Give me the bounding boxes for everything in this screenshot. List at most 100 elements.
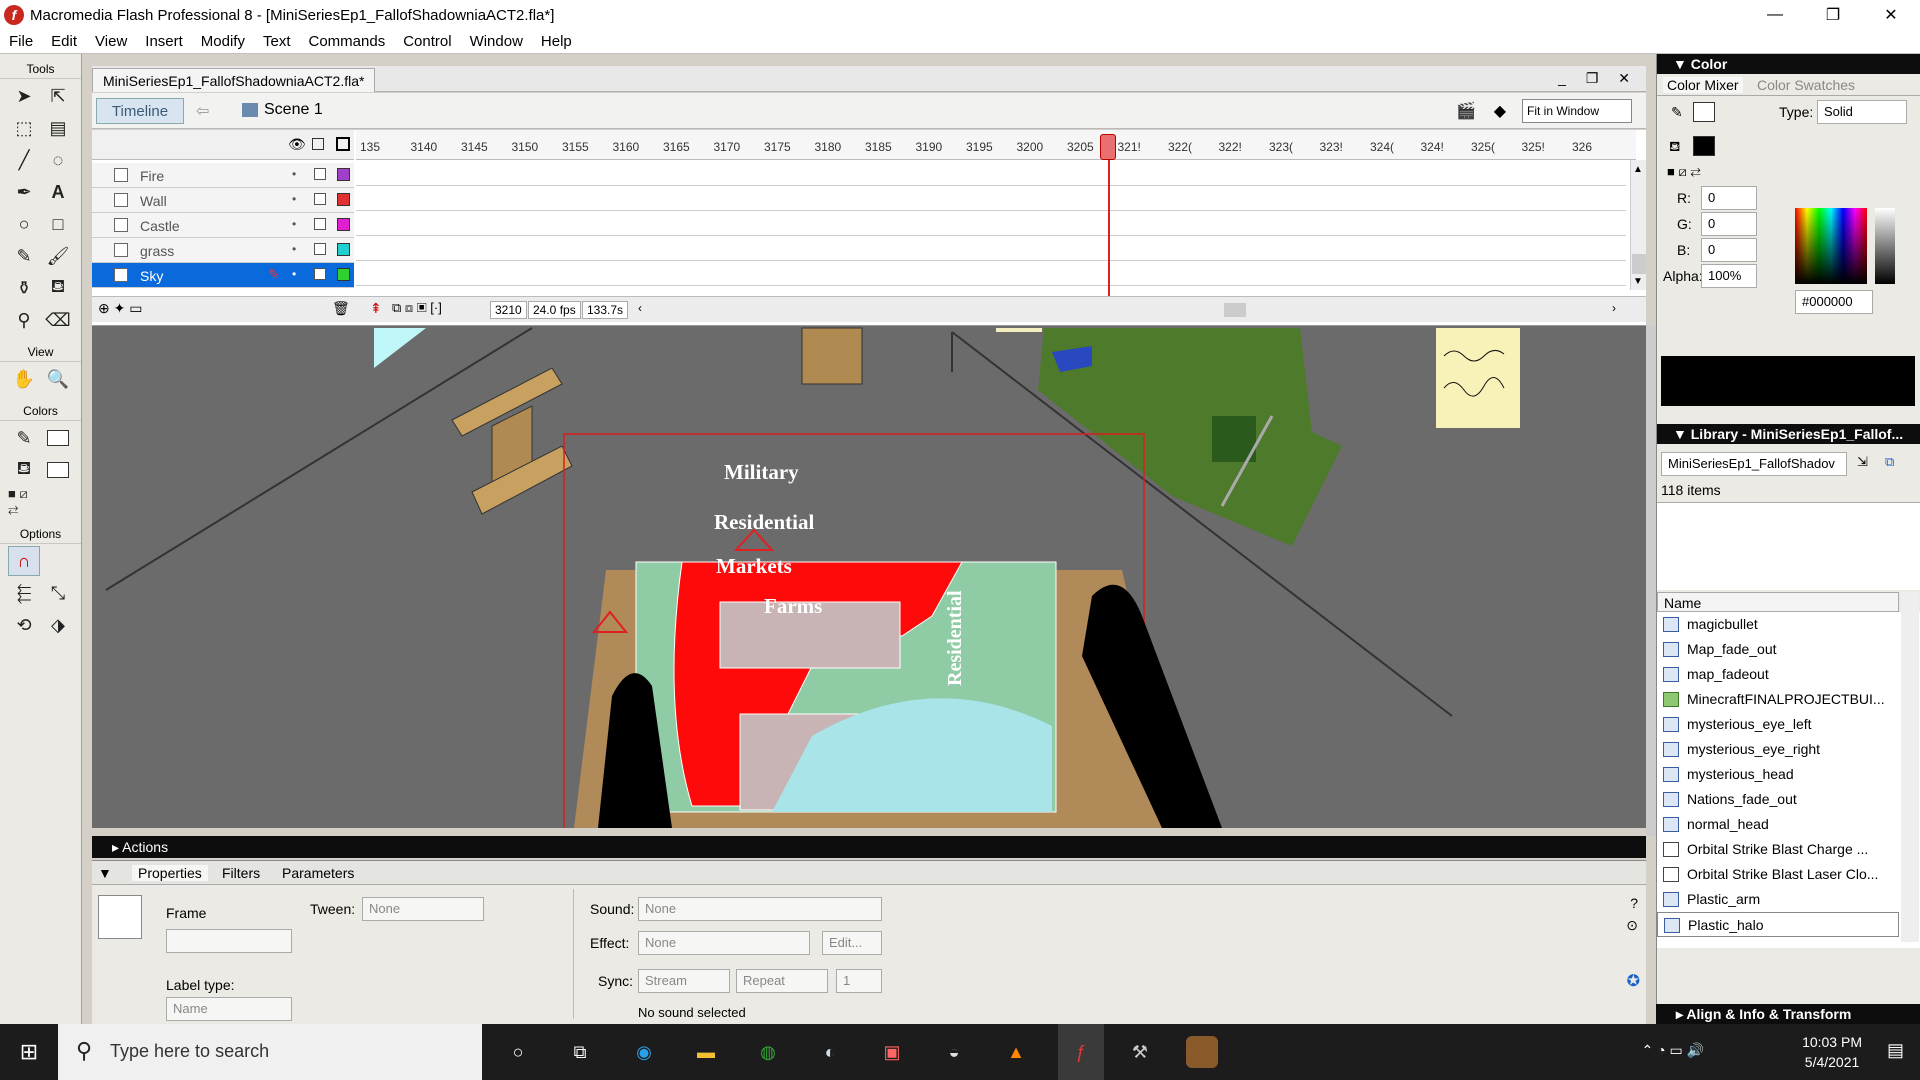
hscroll-right-icon[interactable]: › [1612, 301, 1616, 315]
document-tab[interactable]: MiniSeriesEp1_FallofShadowniaACT2.fla* [92, 68, 376, 92]
snap-magnet-icon[interactable]: ∩ [8, 546, 40, 576]
document-window-controls[interactable]: _ ❐ ✕ [1558, 70, 1638, 87]
timeline-hscroll-thumb[interactable] [1224, 303, 1246, 317]
lock-icon[interactable] [314, 168, 326, 180]
timeline-toggle-button[interactable]: Timeline [96, 98, 184, 124]
repeat-select[interactable]: Repeat [736, 969, 828, 993]
tween-select[interactable]: None [362, 897, 484, 921]
frame-row[interactable] [356, 186, 1626, 211]
list-item[interactable]: Plastic_arm [1657, 887, 1899, 912]
menu-view[interactable]: View [86, 33, 136, 50]
list-item[interactable]: Map_fade_out [1657, 637, 1899, 662]
stroke-color-icon[interactable]: ✎ [8, 423, 40, 453]
minimize-button[interactable]: — [1746, 0, 1804, 30]
edit-button[interactable]: Edit... [822, 931, 882, 955]
list-item[interactable]: Orbital Strike Blast Laser Clo... [1657, 862, 1899, 887]
layer-outline-color[interactable] [337, 218, 350, 231]
pen-tool-icon[interactable]: ✒ [8, 177, 40, 207]
tab-color-mixer[interactable]: Color Mixer [1663, 77, 1743, 93]
color-spectrum[interactable] [1795, 208, 1867, 284]
free-transform-tool-icon[interactable]: ⬚ [8, 113, 40, 143]
library-document-select[interactable]: MiniSeriesEp1_FallofShadov [1661, 452, 1847, 476]
menu-commands[interactable]: Commands [300, 33, 395, 50]
edit-scene-icon[interactable]: 🎬 [1456, 101, 1476, 121]
list-item[interactable]: normal_head [1657, 812, 1899, 837]
scale-icon[interactable]: ⤡ [42, 578, 74, 608]
chrome-icon[interactable]: ◍ [752, 1036, 784, 1068]
tab-properties[interactable]: Properties [132, 865, 208, 881]
paint-bucket-tool-icon[interactable]: ⛾ [42, 273, 74, 303]
frame-ruler[interactable]: 135 3140 3145 3150 3155 3160 3165 3170 3175 3180 3… [356, 130, 1636, 160]
list-item[interactable]: Orbital Strike Blast Charge ... [1657, 837, 1899, 862]
eyedropper-tool-icon[interactable]: ⚲ [8, 305, 40, 335]
lock-all-icon[interactable] [312, 138, 324, 150]
effect-select[interactable]: None [638, 931, 810, 955]
menu-control[interactable]: Control [394, 33, 460, 50]
layer-outline-color[interactable] [337, 243, 350, 256]
help-icon[interactable]: ? [1630, 895, 1638, 911]
pencil-tool-icon[interactable]: ✎ [8, 241, 40, 271]
notifications-icon[interactable]: ▤ [1887, 1040, 1904, 1061]
distort-icon[interactable]: ⬗ [42, 610, 74, 640]
scene-breadcrumb[interactable]: Scene 1 [242, 101, 323, 119]
frame-row[interactable] [356, 211, 1626, 236]
lock-icon[interactable] [314, 268, 326, 280]
onion-skin-icons[interactable]: ⧉ ⧈ ▣ [·] [392, 300, 442, 316]
menu-window[interactable]: Window [461, 33, 532, 50]
file-explorer-icon[interactable]: ▬ [690, 1036, 722, 1068]
brightness-slider[interactable] [1875, 208, 1895, 284]
lock-icon[interactable] [314, 243, 326, 255]
list-item[interactable]: mysterious_eye_left [1657, 712, 1899, 737]
frame-row[interactable] [356, 236, 1626, 261]
lock-icon[interactable] [314, 193, 326, 205]
swap-colors-icon[interactable]: ■ ⧄ ⇄ [8, 486, 40, 517]
layer-row-selected[interactable]: Sky ✎ • [92, 263, 354, 288]
obs-icon[interactable]: ◒ [938, 1036, 970, 1068]
brush-tool-icon[interactable]: 🖌 [42, 241, 74, 271]
minecraft-icon[interactable] [1186, 1036, 1218, 1068]
line-tool-icon[interactable]: ╱ [8, 145, 40, 175]
layer-outline-color[interactable] [337, 268, 350, 281]
sync-select[interactable]: Stream [638, 969, 730, 993]
label-type-select[interactable]: Name [166, 997, 292, 1021]
fill-color-swatch[interactable] [1693, 136, 1715, 156]
text-tool-icon[interactable]: A [42, 177, 74, 207]
edge-icon[interactable]: ◉ [628, 1036, 660, 1068]
menu-insert[interactable]: Insert [136, 33, 192, 50]
flash-taskbar-icon[interactable]: ƒ [1058, 1024, 1104, 1080]
subselection-tool-icon[interactable]: ⇱ [42, 81, 74, 111]
align-panel-bar[interactable]: ▸ Align & Info & Transform [1656, 1004, 1920, 1024]
actions-panel-bar[interactable]: ▸ Actions [92, 836, 1646, 858]
hand-tool-icon[interactable]: ✋ [8, 364, 40, 394]
alpha-input[interactable]: 100% [1701, 264, 1757, 288]
fill-type-select[interactable]: Solid [1817, 100, 1907, 124]
library-vscrollbar[interactable] [1901, 592, 1919, 942]
steam-icon[interactable]: ◐ [814, 1036, 846, 1068]
lock-icon[interactable] [314, 218, 326, 230]
tool-taskbar-icon[interactable]: ⚒ [1124, 1036, 1156, 1068]
timeline-vscrollbar[interactable]: ▲ ▼ [1630, 160, 1646, 290]
oval-tool-icon[interactable]: ○ [8, 209, 40, 239]
fill-swatch[interactable] [42, 455, 74, 485]
fill-icon[interactable]: ⛾ [1669, 138, 1680, 157]
frame-rate[interactable]: 24.0 fps [528, 301, 581, 319]
tab-parameters[interactable]: Parameters [282, 865, 354, 881]
zoom-tool-icon[interactable]: 🔍 [42, 364, 74, 394]
delete-layer-icon[interactable]: 🗑 [332, 300, 350, 317]
list-item[interactable]: MinecraftFINALPROJECTBUI... [1657, 687, 1899, 712]
back-arrow-icon[interactable]: ⇦ [196, 101, 209, 121]
frame-row[interactable] [356, 261, 1626, 286]
edit-symbol-icon[interactable]: ◆ [1494, 101, 1506, 121]
tray-icons[interactable]: ⌃ ◔ ▭ 🔊 [1641, 1042, 1704, 1059]
swap-colors-icon[interactable]: ■ ⧄ ⇄ [1667, 164, 1701, 180]
eraser-tool-icon[interactable]: ⌫ [42, 305, 74, 335]
selection-tool-icon[interactable]: ➤ [8, 81, 40, 111]
smooth-icon[interactable]: ⬱ [8, 578, 40, 608]
layer-row[interactable]: Fire • [92, 163, 354, 188]
stroke-color-swatch[interactable] [1693, 102, 1715, 122]
outline-all-icon[interactable] [336, 137, 350, 151]
layer-row[interactable]: grass • [92, 238, 354, 263]
menu-help[interactable]: Help [532, 33, 581, 50]
windows-start-icon[interactable]: ⊞ [0, 1024, 58, 1080]
rotate-skew-icon[interactable]: ⟲ [8, 610, 40, 640]
